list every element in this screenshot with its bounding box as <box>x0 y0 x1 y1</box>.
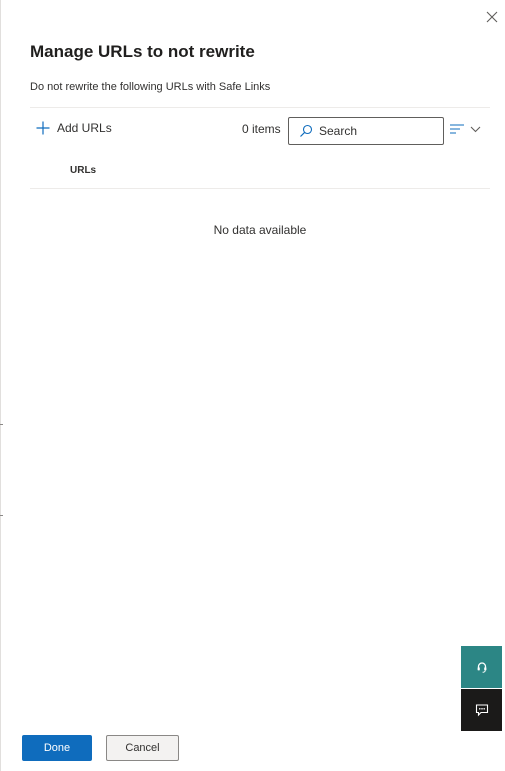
search-icon <box>300 124 313 137</box>
panel-edge-tick <box>0 424 3 425</box>
close-button[interactable] <box>485 10 505 30</box>
table-header-divider <box>30 188 490 189</box>
add-urls-label: Add URLs <box>57 121 112 135</box>
filter-button[interactable] <box>450 121 486 137</box>
search-box[interactable] <box>288 117 444 145</box>
headset-icon <box>477 662 486 673</box>
panel-title: Manage URLs to not rewrite <box>30 42 255 61</box>
plus-icon <box>36 121 50 135</box>
flyout-panel: Manage URLs to not rewrite Do not rewrit… <box>0 0 505 771</box>
add-urls-button[interactable]: Add URLs <box>36 117 112 139</box>
feedback-button[interactable] <box>461 689 502 731</box>
item-count: 0 items <box>242 122 281 136</box>
search-input[interactable] <box>319 124 429 138</box>
chevron-down-icon <box>470 126 481 132</box>
help-support-button[interactable] <box>461 646 502 688</box>
panel-subtitle: Do not rewrite the following URLs with S… <box>30 81 271 93</box>
done-button[interactable]: Done <box>22 735 92 761</box>
column-header-urls[interactable]: URLs <box>70 165 96 176</box>
feedback-chat-icon <box>475 704 488 717</box>
panel-edge-tick <box>0 515 3 516</box>
cancel-button[interactable]: Cancel <box>106 735 179 761</box>
panel-left-border <box>0 0 1 771</box>
close-icon <box>486 11 498 23</box>
header-divider <box>30 107 490 108</box>
filter-lines-icon <box>450 124 464 134</box>
empty-state-message: No data available <box>213 223 307 237</box>
